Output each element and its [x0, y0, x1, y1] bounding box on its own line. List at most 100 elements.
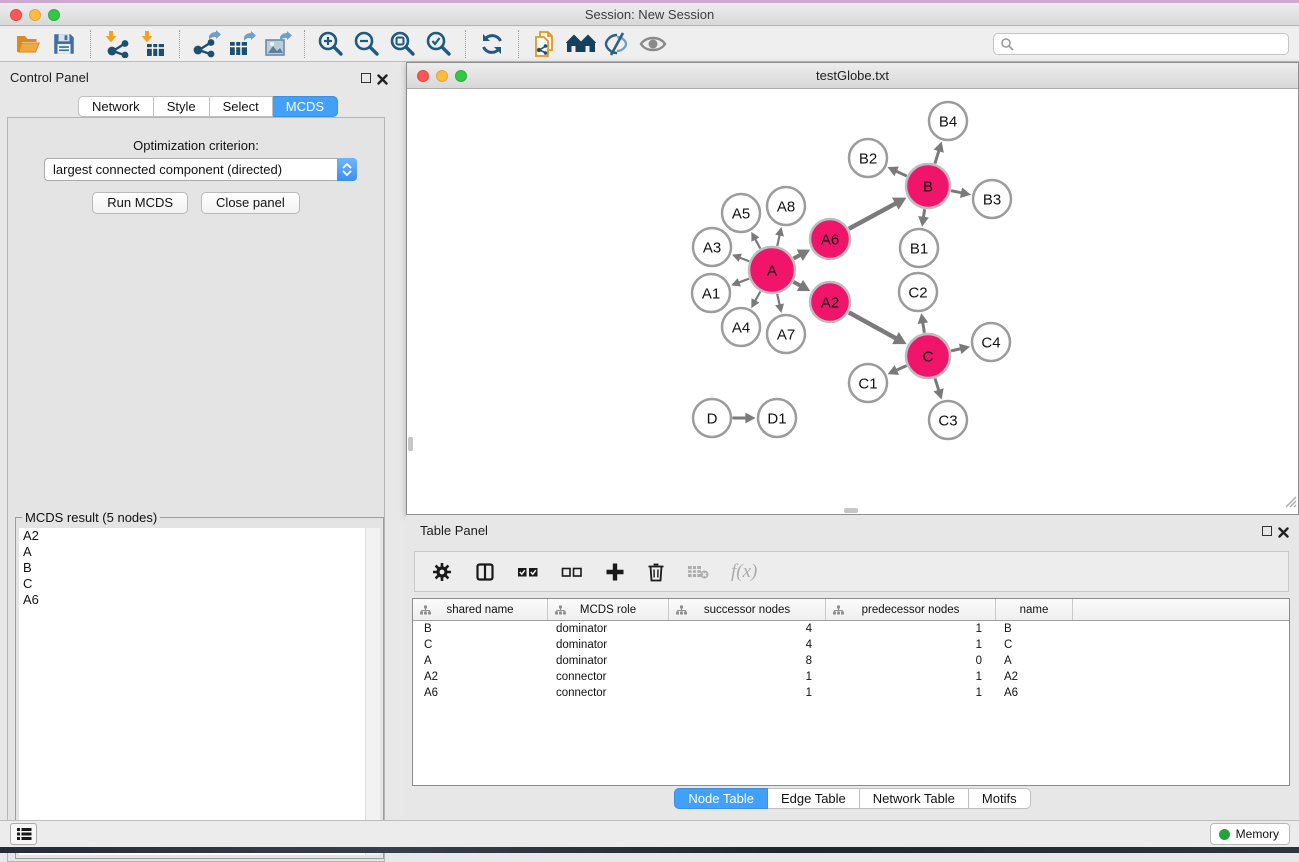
- table-cell-successor_nodes[interactable]: 4: [669, 639, 826, 651]
- network-window-titlebar[interactable]: testGlobe.txt: [407, 63, 1298, 89]
- show-details-eye-icon[interactable]: [635, 29, 671, 59]
- table-cell-mcds_role[interactable]: connector: [548, 671, 669, 683]
- graph-edge-A-A3[interactable]: [739, 257, 749, 261]
- column-header-successor-nodes[interactable]: successor nodes: [669, 599, 826, 620]
- save-session-icon[interactable]: [46, 29, 82, 59]
- graph-edge-A-A1[interactable]: [738, 279, 749, 283]
- result-list-scrollbar[interactable]: [365, 528, 380, 855]
- table-cell-shared_name[interactable]: A6: [413, 687, 548, 699]
- close-panel-icon[interactable]: [377, 72, 388, 90]
- table-cell-shared_name[interactable]: A: [413, 655, 548, 667]
- table-cell-successor_nodes[interactable]: 1: [669, 687, 826, 699]
- table-cell-shared_name[interactable]: C: [413, 639, 548, 651]
- horizontal-scrollbar-thumb[interactable]: [844, 508, 858, 513]
- graph-edge-C-C3[interactable]: [935, 378, 939, 390]
- export-network-icon[interactable]: [188, 29, 224, 59]
- graph-edge-A-A6[interactable]: [794, 255, 801, 259]
- graph-edge-C-C4[interactable]: [951, 349, 961, 351]
- run-mcds-button[interactable]: Run MCDS: [92, 192, 188, 214]
- graph-edge-C-C1[interactable]: [896, 366, 907, 371]
- export-image-icon[interactable]: [260, 29, 296, 59]
- graph-edge-A-A8[interactable]: [777, 235, 780, 247]
- result-list-item[interactable]: C: [19, 576, 365, 592]
- add-column-icon[interactable]: [605, 559, 625, 585]
- search-input[interactable]: [1014, 35, 1288, 53]
- table-cell-mcds_role[interactable]: connector: [548, 687, 669, 699]
- import-network-icon[interactable]: [99, 29, 135, 59]
- zoom-in-icon[interactable]: [313, 29, 349, 59]
- table-cell-successor_nodes[interactable]: 4: [669, 623, 826, 635]
- window-resize-grip[interactable]: [1284, 495, 1297, 513]
- graph-edge-B-B1[interactable]: [923, 209, 924, 217]
- graph-edge-A-A4[interactable]: [755, 292, 760, 302]
- table-cell-mcds_role[interactable]: dominator: [548, 655, 669, 667]
- table-row[interactable]: Bdominator41B: [413, 621, 1289, 637]
- table-cell-predecessor_nodes[interactable]: 0: [826, 655, 996, 667]
- network-graph[interactable]: B4B2BB3A5A8A6A3B1AA1C2A2A4A7C4CC1C3DD1: [407, 89, 1298, 514]
- tab-edge-table[interactable]: Edge Table: [768, 788, 860, 809]
- tab-network-table[interactable]: Network Table: [860, 788, 969, 809]
- graph-edge-A-A7[interactable]: [777, 294, 780, 306]
- hide-graphics-details-icon[interactable]: [599, 29, 635, 59]
- select-all-columns-icon[interactable]: [517, 559, 539, 585]
- float-panel-icon[interactable]: [361, 73, 371, 83]
- tab-network[interactable]: Network: [78, 96, 154, 117]
- table-row[interactable]: Cdominator41C: [413, 637, 1289, 653]
- tab-node-table[interactable]: Node Table: [674, 788, 768, 809]
- network-canvas[interactable]: B4B2BB3A5A8A6A3B1AA1C2A2A4A7C4CC1C3DD1: [407, 89, 1298, 514]
- graph-edge-A-A5[interactable]: [755, 239, 760, 249]
- tab-mcds[interactable]: MCDS: [273, 96, 338, 117]
- mcds-result-list[interactable]: A2ABCA6: [19, 528, 365, 855]
- result-list-item[interactable]: A2: [19, 528, 365, 544]
- table-cell-predecessor_nodes[interactable]: 1: [826, 639, 996, 651]
- tab-select[interactable]: Select: [210, 96, 273, 117]
- close-table-panel-icon[interactable]: [1278, 525, 1289, 543]
- table-cell-name[interactable]: C: [996, 639, 1073, 651]
- tab-style[interactable]: Style: [154, 96, 210, 117]
- refresh-icon[interactable]: [474, 29, 510, 59]
- table-cell-successor_nodes[interactable]: 8: [669, 655, 826, 667]
- zoom-out-icon[interactable]: [349, 29, 385, 59]
- table-cell-predecessor_nodes[interactable]: 1: [826, 623, 996, 635]
- delete-column-trash-icon[interactable]: [647, 559, 665, 585]
- table-cell-mcds_role[interactable]: dominator: [548, 623, 669, 635]
- table-header-row[interactable]: shared name MCDS role successor nodes pr…: [413, 599, 1289, 621]
- table-cell-shared_name[interactable]: B: [413, 623, 548, 635]
- delete-table-icon[interactable]: [687, 559, 709, 585]
- table-cell-name[interactable]: A: [996, 655, 1073, 667]
- column-header-name[interactable]: name: [996, 599, 1073, 620]
- table-cell-successor_nodes[interactable]: 1: [669, 671, 826, 683]
- table-cell-name[interactable]: A6: [996, 687, 1073, 699]
- column-header-shared-name[interactable]: shared name: [413, 599, 548, 620]
- zoom-selected-icon[interactable]: [421, 29, 457, 59]
- table-cell-mcds_role[interactable]: dominator: [548, 639, 669, 651]
- task-history-button[interactable]: [10, 823, 37, 845]
- import-table-icon[interactable]: [135, 29, 171, 59]
- table-cell-predecessor_nodes[interactable]: 1: [826, 671, 996, 683]
- clone-network-icon[interactable]: [527, 29, 563, 59]
- node-table[interactable]: shared name MCDS role successor nodes pr…: [412, 598, 1290, 786]
- memory-button[interactable]: Memory: [1210, 823, 1290, 845]
- graph-edge-B-B4[interactable]: [935, 150, 939, 163]
- close-panel-button[interactable]: Close panel: [201, 192, 300, 214]
- split-column-icon[interactable]: [475, 559, 495, 585]
- result-list-item[interactable]: A: [19, 544, 365, 560]
- table-row[interactable]: A6connector11A6: [413, 685, 1289, 701]
- column-header-mcds-role[interactable]: MCDS role: [548, 599, 669, 620]
- optimization-criterion-select[interactable]: largest connected component (directed): [44, 158, 357, 181]
- graph-edge-A6-B[interactable]: [849, 203, 896, 229]
- result-list-item[interactable]: A6: [19, 592, 365, 608]
- vertical-scrollbar-thumb[interactable]: [408, 437, 413, 451]
- settings-gear-icon[interactable]: [431, 559, 453, 585]
- graph-edge-B-B3[interactable]: [951, 191, 962, 193]
- table-body[interactable]: Bdominator41BCdominator41CAdominator80AA…: [413, 621, 1289, 701]
- table-cell-predecessor_nodes[interactable]: 1: [826, 687, 996, 699]
- unselect-all-columns-icon[interactable]: [561, 559, 583, 585]
- graph-edge-B-B2[interactable]: [896, 171, 907, 176]
- table-cell-name[interactable]: B: [996, 623, 1073, 635]
- tab-motifs[interactable]: Motifs: [969, 788, 1031, 809]
- float-table-panel-icon[interactable]: [1262, 526, 1272, 536]
- function-builder-icon[interactable]: f(x): [731, 559, 757, 585]
- table-cell-shared_name[interactable]: A2: [413, 671, 548, 683]
- table-row[interactable]: A2connector11A2: [413, 669, 1289, 685]
